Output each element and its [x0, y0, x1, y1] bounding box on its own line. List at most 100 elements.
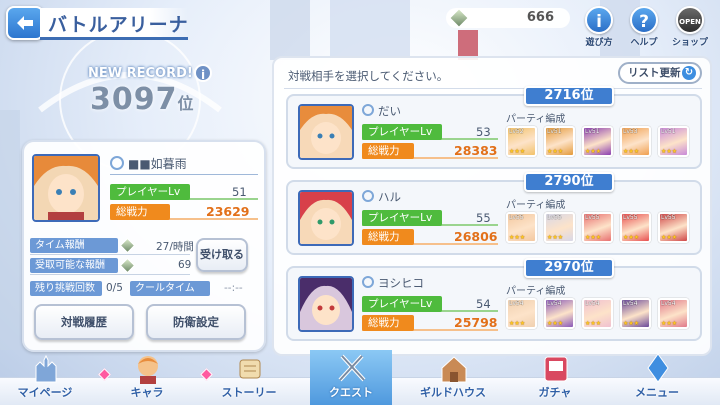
coin-counter: 666	[446, 8, 570, 28]
nav-item-castle[interactable]: マイページ	[4, 350, 86, 405]
power-label: 総戦力	[362, 315, 414, 331]
nav-label: キャラ	[130, 386, 164, 399]
unit-level: Lv54	[623, 300, 638, 307]
party-label: パーティ編成	[506, 200, 566, 211]
remaining-value: 0/5	[106, 282, 123, 294]
name-mark-icon	[362, 276, 374, 288]
nav-item-scroll[interactable]: ストーリー	[200, 350, 290, 405]
opponent-name: ハル	[378, 190, 401, 204]
nav-item-character[interactable]: キャラ	[98, 350, 188, 405]
receive-button[interactable]: 受け取る	[196, 238, 248, 272]
receivable-value: 69	[178, 259, 192, 271]
party-unit-icon: Lv54 ★★★	[620, 298, 651, 329]
refresh-icon: ↻	[682, 66, 696, 80]
player-panel: ■■如暮雨 プレイヤーLv 51 総戦力 23629 タイム報酬 27/時間 受…	[22, 140, 266, 352]
shop-icon: OPEN	[676, 6, 704, 34]
player-character-icon	[34, 156, 98, 220]
level-label: プレイヤーLv	[362, 296, 442, 312]
defense-setting-button[interactable]: 防衛設定	[146, 304, 246, 340]
swords-icon	[338, 354, 366, 382]
coin-value: 666	[526, 10, 554, 25]
nav-label: ストーリー	[221, 386, 277, 399]
unit-level: Lv54	[547, 300, 562, 307]
unit-level: Lv55	[661, 214, 676, 221]
help-button[interactable]: ? ヘルプ	[622, 6, 666, 48]
nav-item-crystal[interactable]: メニュー	[616, 350, 698, 405]
refresh-list-label: リスト更新	[628, 67, 681, 79]
power-label: 総戦力	[362, 229, 414, 245]
nav-item-gacha[interactable]: ガチャ	[514, 350, 596, 405]
time-reward-coin-icon	[119, 237, 136, 254]
unit-star-icon: ★★★	[623, 320, 640, 327]
player-portrait[interactable]	[32, 154, 100, 222]
refresh-list-button[interactable]: リスト更新 ↻	[618, 62, 702, 84]
party-unit-icon: Lv51 ★★★	[544, 126, 575, 157]
opponent-rank: 2790位	[524, 172, 614, 192]
info-icon: i	[585, 6, 613, 34]
opponent-portrait	[298, 104, 354, 160]
level-label: プレイヤーLv	[110, 184, 190, 200]
party-label: パーティ編成	[506, 286, 566, 297]
party-unit-icon: Lv55 ★★★	[544, 212, 575, 243]
opponent-level: 53	[476, 125, 491, 139]
name-mark-icon	[362, 104, 374, 116]
power-label: 総戦力	[362, 143, 414, 159]
opponent-character-icon	[300, 278, 352, 330]
unit-level: Lv53	[623, 128, 638, 135]
unit-star-icon: ★★★	[661, 234, 678, 241]
guild-house-icon	[441, 356, 467, 383]
nav-label: ギルドハウス	[420, 386, 486, 399]
unit-level: Lv51	[547, 128, 562, 135]
opponent-instruction: 対戦相手を選択してください。	[288, 69, 449, 83]
back-button[interactable]	[6, 6, 44, 40]
current-rank: 3097位	[90, 82, 195, 117]
crystal-icon	[647, 353, 669, 383]
unit-level: Lv55	[585, 214, 600, 221]
receivable-coin-icon	[119, 257, 136, 274]
party-unit-icon: Lv52 ★★★	[506, 126, 537, 157]
opponent-rank: 2716位	[524, 86, 614, 106]
arena-coin-icon	[449, 8, 469, 28]
nav-item-guild-house[interactable]: ギルドハウス	[412, 350, 494, 405]
power-value: 23629	[206, 204, 250, 219]
opponent-character-icon	[300, 192, 352, 244]
battle-history-button[interactable]: 対戦履歴	[34, 304, 134, 340]
current-rank-value: 3097	[90, 82, 178, 117]
party-unit-icon: Lv51 ★★★	[582, 126, 613, 157]
opponent-name: だい	[378, 104, 401, 118]
unit-star-icon: ★★★	[661, 148, 678, 155]
unit-star-icon: ★★★	[547, 148, 564, 155]
unit-level: Lv51	[585, 128, 600, 135]
shop-button[interactable]: OPEN ショップ	[668, 6, 712, 48]
party-unit-icon: Lv54 ★★★	[506, 298, 537, 329]
party-label: パーティ編成	[506, 114, 566, 125]
unit-star-icon: ★★★	[509, 148, 526, 155]
level-label: プレイヤーLv	[362, 124, 442, 140]
opponent-card-1[interactable]: 2716位 だい プレイヤーLv 53 総戦力 28383 パーティ編成 Lv5…	[286, 86, 702, 169]
party-unit-icon: Lv55 ★★★	[658, 212, 689, 243]
nav-item-swords[interactable]: クエスト	[310, 350, 392, 405]
current-rank-suffix: 位	[177, 94, 195, 113]
opponent-card-3[interactable]: 2970位 ヨシヒコ プレイヤーLv 54 総戦力 25798 パーティ編成 L…	[286, 258, 702, 341]
nav-label: マイページ	[17, 386, 73, 399]
unit-star-icon: ★★★	[547, 320, 564, 327]
how-to-play-button[interactable]: i 遊び方	[577, 6, 621, 48]
level-value: 51	[232, 185, 247, 199]
unit-star-icon: ★★★	[509, 234, 526, 241]
party-unit-icon: Lv54 ★★★	[544, 298, 575, 329]
record-info-icon[interactable]: i	[194, 64, 212, 82]
level-label: プレイヤーLv	[362, 210, 442, 226]
opponent-name: ヨシヒコ	[378, 276, 424, 290]
name-mark-icon	[362, 190, 374, 202]
unit-level: Lv55	[623, 214, 638, 221]
party-unit-icon: Lv54 ★★★	[658, 298, 689, 329]
player-name: ■■如暮雨	[128, 157, 187, 171]
party-unit-icon: Lv51 ★★★	[658, 126, 689, 157]
opponent-card-2[interactable]: 2790位 ハル プレイヤーLv 55 総戦力 26806 パーティ編成 Lv5…	[286, 172, 702, 255]
nav-label: クエスト	[329, 386, 373, 399]
party-unit-icon: Lv53 ★★★	[620, 126, 651, 157]
unit-star-icon: ★★★	[509, 320, 526, 327]
unit-star-icon: ★★★	[547, 234, 564, 241]
shop-label: ショップ	[671, 38, 708, 48]
unit-level: Lv54	[509, 300, 524, 307]
